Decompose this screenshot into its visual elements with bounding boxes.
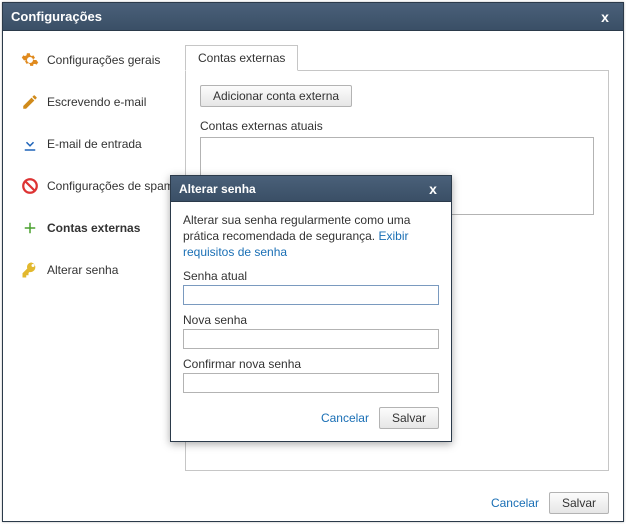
sidebar-item-label: Configurações de spam — [47, 179, 174, 193]
dialog-description-text: Alterar sua senha regularmente como uma … — [183, 213, 410, 243]
sidebar-item-incoming[interactable]: E-mail de entrada — [17, 129, 185, 159]
sidebar-item-compose[interactable]: Escrevendo e-mail — [17, 87, 185, 117]
dialog-title: Alterar senha — [179, 182, 423, 196]
dialog-titlebar: Alterar senha x — [171, 176, 451, 202]
block-icon — [21, 177, 39, 195]
current-password-label: Senha atual — [183, 269, 439, 283]
sidebar-item-password[interactable]: Alterar senha — [17, 255, 185, 285]
add-external-account-button[interactable]: Adicionar conta externa — [200, 85, 352, 107]
new-password-label: Nova senha — [183, 313, 439, 327]
window-title: Configurações — [11, 9, 595, 24]
tabstrip: Contas externas — [185, 45, 609, 71]
window-footer: Cancelar Salvar — [3, 485, 623, 521]
tab-external-accounts[interactable]: Contas externas — [185, 45, 298, 71]
save-button[interactable]: Salvar — [549, 492, 609, 514]
sidebar-item-external[interactable]: Contas externas — [17, 213, 185, 243]
dialog-cancel-link[interactable]: Cancelar — [321, 411, 369, 425]
change-password-dialog: Alterar senha x Alterar sua senha regula… — [170, 175, 452, 442]
dialog-footer: Cancelar Salvar — [171, 397, 451, 441]
cancel-link[interactable]: Cancelar — [491, 496, 539, 510]
confirm-password-input[interactable] — [183, 373, 439, 393]
window-close-button[interactable]: x — [595, 9, 615, 25]
window-titlebar: Configurações x — [3, 3, 623, 31]
new-password-input[interactable] — [183, 329, 439, 349]
key-icon — [21, 261, 39, 279]
sidebar-item-spam[interactable]: Configurações de spam — [17, 171, 185, 201]
sidebar-item-label: E-mail de entrada — [47, 137, 142, 151]
current-password-input[interactable] — [183, 285, 439, 305]
dialog-close-button[interactable]: x — [423, 181, 443, 197]
dialog-description: Alterar sua senha regularmente como uma … — [183, 212, 439, 261]
sidebar-item-general[interactable]: Configurações gerais — [17, 45, 185, 75]
download-icon — [21, 135, 39, 153]
sidebar-item-label: Alterar senha — [47, 263, 118, 277]
current-accounts-label: Contas externas atuais — [200, 119, 594, 133]
sidebar-item-label: Escrevendo e-mail — [47, 95, 146, 109]
settings-window: Configurações x Configurações gerais Esc… — [2, 2, 624, 522]
sidebar-item-label: Contas externas — [47, 221, 140, 235]
confirm-password-label: Confirmar nova senha — [183, 357, 439, 371]
pencil-icon — [21, 93, 39, 111]
dialog-save-button[interactable]: Salvar — [379, 407, 439, 429]
dialog-body: Alterar sua senha regularmente como uma … — [171, 202, 451, 397]
sidebar: Configurações gerais Escrevendo e-mail E… — [17, 45, 185, 485]
gear-icon — [21, 51, 39, 69]
plus-icon — [21, 219, 39, 237]
sidebar-item-label: Configurações gerais — [47, 53, 160, 67]
